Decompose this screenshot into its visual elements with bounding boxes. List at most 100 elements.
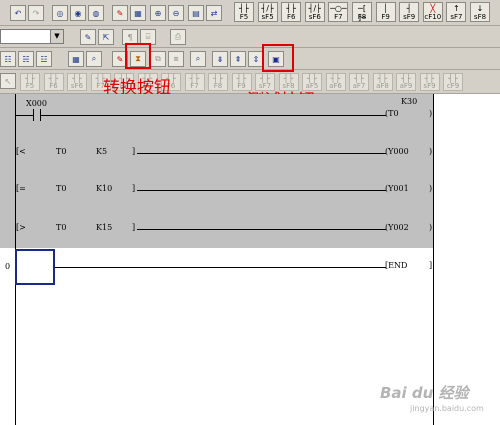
- fkey-sf9[interactable]: ┤├ sF9: [419, 73, 440, 91]
- fkey-sf8[interactable]: ↓ sF8: [470, 2, 490, 22]
- end-instruction[interactable]: [END: [385, 261, 407, 270]
- fkey-label: cF9: [446, 82, 460, 90]
- compare-op-lt[interactable]: [<: [16, 147, 26, 156]
- fkey-label: cF10: [424, 13, 442, 21]
- fkey-f9[interactable]: │ F9: [375, 2, 396, 22]
- output-coil-label[interactable]: (Y000: [385, 147, 409, 156]
- fkey-symbol: ↓: [476, 4, 484, 13]
- fkey-cf9[interactable]: ┤├ cF9: [443, 73, 463, 91]
- fkey-label: sF9: [423, 82, 436, 90]
- fkey-sf9[interactable]: ┤ sF9: [399, 2, 420, 22]
- device-memory-icon[interactable]: ▦: [68, 51, 84, 67]
- fkey-label: sF8: [473, 13, 487, 21]
- fkey-f7[interactable]: ┤├ F7: [184, 73, 205, 91]
- compare-op-gt[interactable]: [>: [16, 223, 26, 232]
- fkey-cf10[interactable]: ╳ cF10: [422, 2, 443, 22]
- find-device-icon[interactable]: ◎: [52, 5, 68, 21]
- edit-mode-icon[interactable]: ▦: [130, 5, 146, 21]
- rung-end-mark: ): [429, 109, 433, 118]
- undo-icon[interactable]: ↶: [10, 5, 26, 21]
- monitor-write-icon[interactable]: ⇟: [212, 51, 228, 67]
- fkey-sf5[interactable]: ┤/├ sF5: [257, 2, 278, 22]
- zoom-out-icon[interactable]: ⊖: [168, 5, 184, 21]
- compare-close: ]: [132, 147, 136, 156]
- device-list-icon[interactable]: ⇱: [98, 29, 114, 45]
- output-coil-label[interactable]: (Y001: [385, 184, 409, 193]
- fkey-f8[interactable]: ┤├ F8: [208, 73, 228, 91]
- fkey-label: sF7: [450, 13, 463, 21]
- fkey-symbol: ─○─: [330, 4, 347, 13]
- fkey-f8[interactable]: ─[ ]─ F8: [352, 2, 372, 22]
- compare-icon[interactable]: ⇄: [206, 5, 222, 21]
- replace-icon[interactable]: ✎: [112, 5, 128, 21]
- fkey-symbol: ┤/├: [261, 4, 274, 13]
- compare-operand2: K5: [96, 147, 108, 156]
- fkey-f6[interactable]: ┤├ F6: [43, 73, 64, 91]
- fkey-label: F7: [190, 82, 199, 90]
- main-toolbar: ↶ ↷ ◎ ◉ ◍ ✎ ▦ ⊕ ⊖ ▤ ⇄ ┤├ F5 ┤/├ sF5 ┤├ F6 ┤/├ s…: [0, 0, 500, 26]
- fkey-symbol: ↑: [453, 4, 460, 13]
- batch-convert-icon[interactable]: ⧉: [150, 51, 166, 67]
- ladder-editor[interactable]: X000 K30 (T0 ) [< T0 K5 ] (Y000 ) [= T0 …: [0, 94, 500, 425]
- verify-plc-icon[interactable]: ☳: [36, 51, 52, 67]
- fkey-label: F6: [286, 13, 296, 21]
- rung-end-mark: ): [429, 223, 433, 232]
- step-number: 0: [5, 262, 11, 271]
- fkey-f7[interactable]: ─○─ F7: [328, 2, 349, 22]
- monitor-stop-icon[interactable]: ⇞: [230, 51, 246, 67]
- select-mode-icon[interactable]: ↖: [0, 73, 16, 89]
- find-step-icon[interactable]: ◍: [88, 5, 104, 21]
- fkey-label: F5: [25, 82, 35, 90]
- read-plc-icon[interactable]: ☷: [0, 51, 16, 67]
- timer-coil-label[interactable]: (T0: [385, 109, 399, 118]
- contact-symbol[interactable]: [33, 109, 41, 121]
- chevron-down-icon[interactable]: ▼: [50, 30, 63, 43]
- rung-end-mark: ): [429, 184, 433, 193]
- fkey-af6[interactable]: ┤├ aF6: [325, 73, 346, 91]
- fkey-label: sF9: [403, 13, 416, 21]
- fkey-label: F5: [239, 13, 249, 21]
- test-button-highlight: [262, 44, 294, 72]
- compare-operand1: T0: [56, 147, 67, 156]
- fkey-f5[interactable]: ┤├ F5: [234, 2, 254, 22]
- compare-op-eq[interactable]: [=: [16, 184, 26, 193]
- redo-icon[interactable]: ↷: [28, 5, 44, 21]
- print-icon[interactable]: ⎙: [170, 29, 186, 45]
- find-instruction-icon[interactable]: ◉: [70, 5, 86, 21]
- fkey-af8[interactable]: ┤├ aF8: [372, 73, 393, 91]
- fkey-label: sF6: [70, 82, 84, 90]
- monitor-start-icon[interactable]: ⌕: [190, 51, 206, 67]
- fkey-label: aF7: [352, 82, 366, 90]
- fkey-af9[interactable]: ┤├ aF9: [396, 73, 416, 91]
- fkey-sf6[interactable]: ┤├ sF6: [67, 73, 87, 91]
- search-icon[interactable]: ⌕: [86, 51, 102, 67]
- fkey-label: F9: [381, 13, 390, 21]
- compare-close: ]: [132, 184, 136, 193]
- fkey-f6[interactable]: ┤├ F6: [281, 2, 302, 22]
- fkey-sf6[interactable]: ┤/├ sF6: [304, 2, 325, 22]
- fkey-f5[interactable]: ┤├ F5: [20, 73, 40, 91]
- convert-button-highlight: [125, 43, 151, 69]
- fkey-label: F6: [49, 82, 58, 90]
- fkey-sf7[interactable]: ↑ sF7: [446, 2, 467, 22]
- monitor-icon[interactable]: ▤: [188, 5, 204, 21]
- fkey-af7[interactable]: ┤├ aF7: [349, 73, 369, 91]
- device-comment-icon[interactable]: ✎: [80, 29, 96, 45]
- zoom-in-icon[interactable]: ⊕: [150, 5, 166, 21]
- compare-operand1: T0: [56, 223, 67, 232]
- contact-device-label: X000: [26, 99, 47, 108]
- rung-end-mark: ): [429, 147, 433, 156]
- write-plc-icon[interactable]: ☵: [18, 51, 34, 67]
- fkey-label: sF6: [308, 13, 321, 21]
- program-dropdown[interactable]: ▼: [0, 29, 64, 44]
- tools-toolbar: ☷ ☵ ☳ ▦ ⌕ ✎ ⧗ ⧉ ⧈ ⌕ ⇟ ⇞ ⇕ ▣: [0, 48, 500, 70]
- output-coil-label[interactable]: (Y002: [385, 223, 409, 232]
- fkey-label: sF5: [261, 13, 274, 21]
- rung3-wire: [137, 190, 386, 191]
- cursor-cell[interactable]: [15, 249, 55, 285]
- timer-constant-label: K30: [401, 97, 418, 106]
- online-change-icon[interactable]: ⧈: [168, 51, 184, 67]
- fkey-label: F8: [357, 13, 367, 21]
- rung2-wire: [137, 153, 386, 154]
- fkey-symbol: ┤: [406, 4, 412, 13]
